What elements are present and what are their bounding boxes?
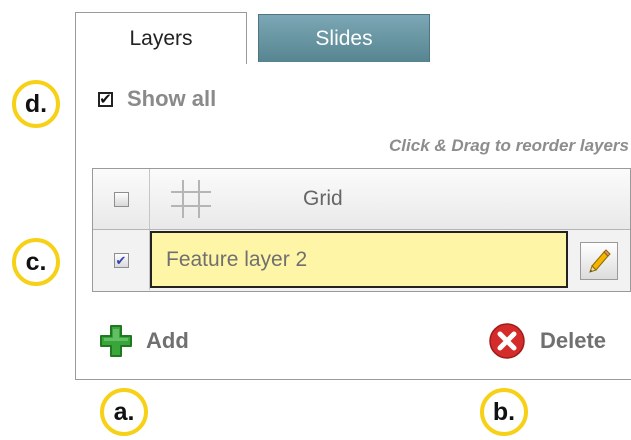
edit-layer-button[interactable] — [580, 242, 618, 280]
reorder-hint: Click & Drag to reorder layers — [389, 136, 629, 155]
layer-list: Grid ✔ Feature layer 2 — [92, 168, 631, 292]
layer-visibility-cell: ✔ — [93, 230, 150, 290]
delete-layer-button[interactable]: Delete — [488, 322, 606, 360]
callout-marker-a: a. — [100, 388, 148, 436]
layer-row-grid[interactable]: Grid — [93, 169, 630, 230]
layers-panel: ✔ Show all Click & Drag to reorder layer… — [75, 62, 631, 380]
tab-layers[interactable]: Layers — [75, 12, 247, 64]
show-all-label: Show all — [127, 86, 217, 111]
show-all-toggle[interactable]: ✔ Show all — [98, 86, 216, 112]
layer-grid-checkbox[interactable] — [113, 191, 129, 207]
layer-visibility-cell — [93, 169, 150, 229]
plus-icon — [100, 325, 132, 357]
layer-name-input[interactable]: Feature layer 2 — [150, 231, 568, 288]
add-layer-button[interactable]: Add — [98, 323, 189, 359]
grid-icon — [171, 180, 211, 218]
layer-feature-checkbox[interactable]: ✔ — [113, 252, 129, 268]
tab-slides[interactable]: Slides — [258, 14, 430, 63]
delete-x-icon — [489, 323, 525, 359]
callout-marker-b: b. — [480, 388, 528, 436]
callout-marker-d: d. — [12, 80, 60, 128]
layer-row-feature[interactable]: ✔ Feature layer 2 — [93, 230, 630, 290]
layer-name-grid: Grid — [303, 187, 343, 210]
show-all-checkbox[interactable]: ✔ — [98, 91, 113, 107]
delete-layer-label: Delete — [540, 328, 607, 353]
pencil-icon — [589, 249, 611, 273]
callout-marker-c: c. — [12, 238, 60, 286]
add-layer-label: Add — [146, 328, 189, 353]
